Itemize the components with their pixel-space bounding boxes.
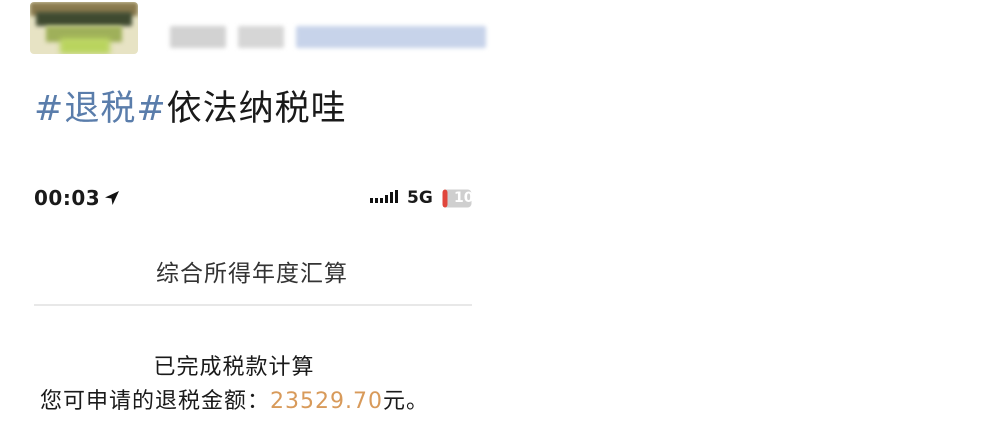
battery-level: 10 <box>454 190 474 206</box>
calculation-status: 已完成税款计算 <box>153 355 315 380</box>
location-arrow-icon <box>105 191 119 205</box>
refund-line: 您可申请的退税金额：23529.70元。 <box>40 383 429 415</box>
refund-label: 您可申请的退税金额： <box>40 389 271 414</box>
page-title: 综合所得年度汇算 <box>156 261 348 287</box>
refund-amount: 23529.70 <box>270 389 383 414</box>
author-avatar[interactable] <box>30 2 138 54</box>
signal-bars-icon <box>370 190 398 203</box>
refund-unit: 元。 <box>383 389 430 414</box>
hashtag-link[interactable]: #退税# <box>34 89 167 129</box>
author-name-blurred[interactable] <box>170 24 486 50</box>
divider <box>34 304 472 306</box>
network-type: 5G <box>407 188 433 208</box>
status-bar-time: 00:03 <box>34 186 101 210</box>
post-body-text: 依法纳税哇 <box>166 89 347 129</box>
post-text: #退税#依法纳税哇 <box>34 84 347 134</box>
